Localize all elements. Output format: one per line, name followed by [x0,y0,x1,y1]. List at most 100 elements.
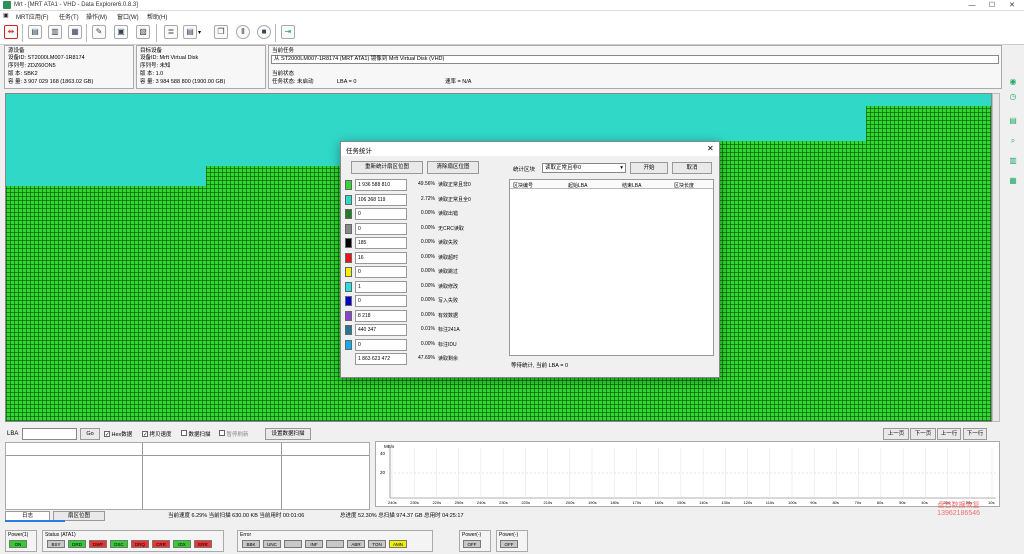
legend-name: 有效数据 [438,312,459,319]
legend-row: 0 0.00% 无CRC读取 [345,222,505,236]
legend-value: 1 [355,280,407,293]
log-divider [281,443,282,509]
data-scan-check[interactable] [181,430,187,436]
start-button[interactable]: 开始 [630,162,668,174]
copy-icon[interactable]: ❐ [214,25,228,39]
grid-scrollbar[interactable] [992,93,1000,422]
legend-swatch [345,325,352,335]
doc-list-icon[interactable]: ▥ [48,25,62,39]
chart-xtick: 190s [588,500,597,505]
search-doc-icon[interactable]: ⌕ [1006,136,1020,148]
clear-bitmap-button[interactable]: 清除扇区位图 [427,161,479,174]
page-menu-icon[interactable]: ▤ [183,25,197,39]
exit-icon[interactable]: ⇥ [281,25,295,39]
doc-icon[interactable]: ▤ [1006,116,1020,128]
doc-stats-icon[interactable]: ▦ [1006,176,1020,188]
chart-xtick: 90s [810,500,817,505]
rebuild-bitmap-button[interactable]: 重新统计扇区位图 [351,161,423,174]
state-label: 当前状态 [272,71,295,77]
legend-name: 读取修改 [438,283,459,290]
stat-block-select[interactable]: 读取正常且非0 ▾ [542,163,626,173]
maximize-button[interactable]: ☐ [982,0,1002,11]
edit-icon[interactable]: ✎ [92,25,106,39]
data-scan-checkbox[interactable]: 数据扫描 [181,430,211,438]
log-divider [6,455,369,456]
prev-page-button[interactable]: 上一页 [883,428,909,440]
status-led: UNC [263,540,281,548]
app-icon [3,1,11,9]
prev-row-button[interactable]: 上一行 [937,428,961,440]
cancel-button[interactable]: 取消 [672,162,712,174]
next-page-button[interactable]: 下一页 [910,428,936,440]
mdi-icon: ▣ [3,13,9,19]
lba-input[interactable] [22,428,77,440]
menu-operate[interactable]: 操作(M) [86,12,107,21]
doc-export-icon[interactable]: ▦ [68,25,82,39]
go-button[interactable]: Go [80,428,100,440]
status-led: OFF [500,540,518,548]
legend-row: 0 0.00% 写入失败 [345,295,505,308]
history-icon[interactable]: ◷ [1006,92,1020,104]
toolbar-separator [156,24,157,42]
pause-refresh-label: 暂停刷新 [226,432,249,438]
target-serial: 序列号: 未知 [140,63,171,69]
menu-window[interactable]: 窗口(W) [117,12,139,21]
task-icon[interactable]: ⇹ [4,25,18,39]
legend-percent: 47.69% [418,355,435,361]
stop-icon[interactable]: ■ [257,25,271,39]
legend-percent: 0.00% [420,210,435,216]
image-icon[interactable]: ▧ [136,25,150,39]
legend-percent: 0.00% [420,282,435,289]
pause-refresh-check[interactable] [219,430,225,436]
legend-name: 读取跳过 [438,269,459,275]
legend-name: 标注241A [438,327,460,333]
legend-row: 0 0.00% 标注IDU [345,338,505,352]
status-led: BBK [242,540,260,548]
pause-icon[interactable]: Ⅱ [236,25,250,39]
status-led: BSY [47,540,65,548]
zero-data-region [6,94,991,106]
list-icon[interactable]: ≣ [164,25,178,39]
legend-row: 8 218 0.00% 有效数据 [345,309,505,323]
title-bar: Mrt - [MRT ATA1 - VHD - Data Explorer6.0… [0,0,1024,11]
chart-xtick: 120s [743,500,753,505]
legend-percent: 0.00% [420,224,435,231]
legend-swatch [345,194,352,205]
status-led [284,540,302,548]
legend-percent: 0.00% [420,311,435,318]
watermark-line1: 盘首数据恢复 [937,502,980,509]
save-icon[interactable]: ▣ [114,25,128,39]
task-description: 从 ST2000LM007-1R8174 (MRT ATA1) 镜像到 Mrft… [271,55,999,64]
copy-speed-check[interactable]: ✓ [142,431,148,438]
next-row-button[interactable]: 下一行 [963,428,987,440]
menu-help[interactable]: 帮助(H) [147,12,167,21]
menu-mrt-app[interactable]: MRT应用(F) [16,12,49,21]
minimize-button[interactable]: — [962,0,982,11]
scan-settings-button[interactable]: 设置数据扫描 [265,428,311,440]
pause-refresh-checkbox[interactable]: 暂停刷新 [219,430,249,438]
source-label: 源设备 [8,48,25,54]
hex-check[interactable]: ✓ [104,431,110,438]
chart-xtick: 230s [499,500,508,505]
total-status: 总进度 52.30% 总扫描 974.37 GB 总用时 04:25:17 [340,513,464,519]
legend-percent: 0.00% [420,253,435,260]
doc-copy-icon[interactable]: ▤ [28,25,42,39]
chevron-down-icon[interactable]: ▾ [198,29,201,36]
watermark: 盘首数据恢复 13962186546 [937,500,980,517]
chart-xtick: 70s [854,500,862,505]
doc-chart-icon[interactable]: ▥ [1006,156,1020,168]
menu-task[interactable]: 任务(T) [59,12,79,21]
legend-value: 0 [355,266,407,278]
hex-checkbox[interactable]: ✓ Hex数据 [104,430,132,438]
legend-percent: 0.00% [420,268,435,274]
chart-xtick: 150s [676,500,686,505]
close-button[interactable]: ✕ [1002,0,1022,11]
chevron-down-icon: ▾ [620,165,623,171]
refresh-icon[interactable]: ◉ [1006,77,1020,89]
dialog-close-icon[interactable]: ✕ [707,144,714,153]
task-label: 当前任务 [272,48,295,54]
copy-speed-checkbox[interactable]: ✓ 拷贝速度 [142,430,172,438]
task-lba: LBA = 0 [337,79,357,85]
legend-name: 读取剩余 [438,356,459,362]
source-serial: 序列号: ZDZ60ON5 [8,63,56,69]
